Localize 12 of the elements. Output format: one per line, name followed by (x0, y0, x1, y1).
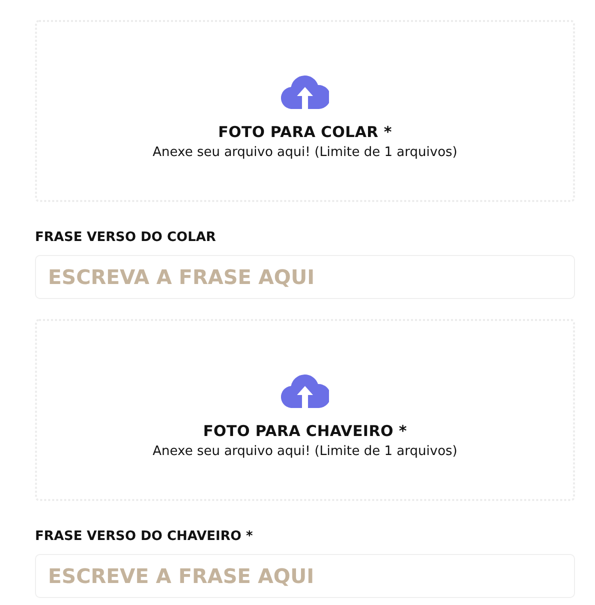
field-label: FRASE VERSO DO CHAVEIRO * (35, 529, 254, 544)
input-field[interactable]: ESCREVE A FRASE AQUI (35, 554, 575, 598)
upload-hint: Anexe seu arquivo aqui! (Limite de 1 arquivos) (152, 444, 458, 458)
upload-hint: Anexe seu arquivo aqui! (Limite de 1 arquivos) (152, 144, 458, 160)
input-field[interactable]: ESCREVA A FRASE AQUI (35, 255, 575, 299)
upload-dropzone[interactable]: FOTO PARA COLAR * Anexe seu arquivo aqui! (Limite de 1 arquivos) (35, 20, 575, 202)
field-label: FRASE VERSO DO COLAR (35, 230, 217, 245)
upload-title: FOTO PARA COLAR * (218, 122, 392, 140)
cloud-upload-icon (281, 374, 329, 408)
cloud-upload-icon (281, 74, 329, 108)
upload-title: FOTO PARA CHAVEIRO * (203, 422, 407, 440)
upload-dropzone[interactable]: FOTO PARA CHAVEIRO * Anexe seu arquivo aqui! (Limite de 1 arquivos) (35, 319, 575, 501)
